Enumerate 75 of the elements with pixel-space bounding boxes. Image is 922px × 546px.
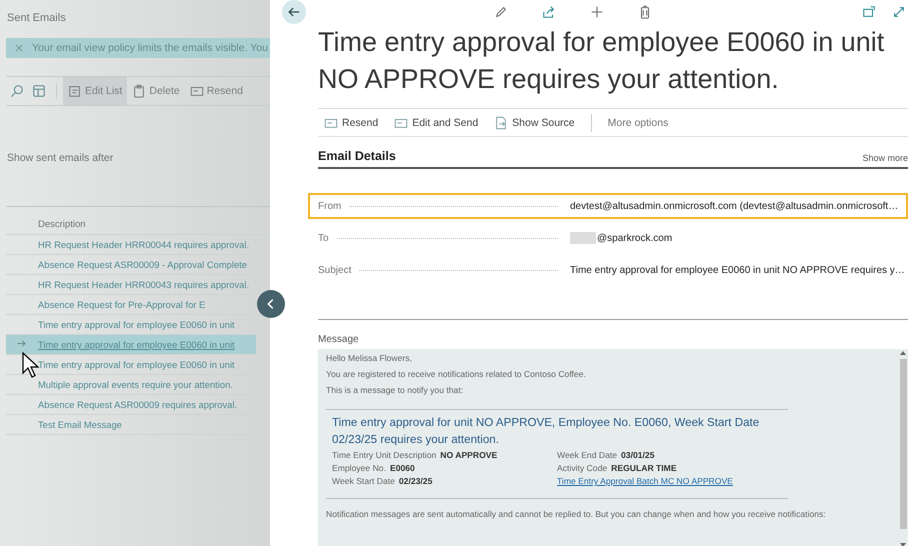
share-icon [542,5,556,19]
clipboard-icon [132,84,146,98]
collapse-button[interactable] [257,290,285,318]
footer-text: Notification messages are sent automatically and cannot be replied to. But you can change when and how you receive notifications: [326,509,827,519]
list-row[interactable]: Absence Request for Pre-Approval for E [6,295,256,315]
list-row[interactable]: Absence Request ASR00009 - Approval Complete [6,255,256,275]
row-link[interactable]: Multiple approval events require your attention. [38,379,233,390]
scroll-down-icon[interactable] [900,543,906,546]
detail-text: Time Entry Unit Description NO APPROVE [332,450,498,460]
field-value: @sparkrock.com [597,232,672,244]
close-icon [14,43,24,53]
expand-icon [892,5,906,19]
field-value: Time entry approval for employee E0060 in unit NO APPROVE requires y… [570,264,905,276]
back-button[interactable] [282,0,306,24]
list-row[interactable]: Test Email Message [6,415,256,435]
edit-list-icon [68,84,82,98]
redacted-block [570,232,596,244]
list-row[interactable]: HR Request Header HRR00043 requires approval. [6,275,256,295]
edit-action-button[interactable]: Edit and Send [388,116,484,130]
row-link[interactable]: Test Email Message [38,419,122,430]
source-action-button[interactable]: Show Source [488,116,581,130]
detail-text: Week Start Date 02/23/25 [332,476,434,486]
message-line: Hello Melissa Flowers, [326,353,413,363]
layout-icon [32,84,46,98]
field-label: From [318,200,342,212]
message-line: You are registered to receive notifications related to Contoso Coffee. [326,369,587,379]
field-value: devtest@altusadmin.onmicrosoft.com (devtest@altusadmin.onmicrosoft… [570,200,898,212]
scrollbar[interactable] [898,349,908,546]
search-icon [10,84,24,98]
resend-action-button[interactable]: Resend [318,116,384,130]
list-row[interactable]: Absence Request ASR00009 requires approval. [6,395,256,415]
row-link[interactable]: Absence Request ASR00009 requires approval. [38,399,238,410]
trash-icon [638,5,652,19]
column-header: Description [6,207,270,235]
resend-button[interactable]: Resend [184,77,248,105]
row-link[interactable]: HR Request Header HRR00043 requires approval. [38,279,250,290]
list-row[interactable]: Multiple approval events require your attention. [6,375,256,395]
detail-text: Employee No. E0060 [332,463,416,473]
notification-heading: Time entry approval for unit NO APPROVE, Employee No. E0060, Week Start Date 02/23/25 requires your attention. [332,415,760,448]
field-row[interactable]: From devtest@altusadmin.onmicrosoft.com (devtest@altusadmin.onmicrosoft… [308,193,908,219]
list-row[interactable]: HR Request Header HRR00044 requires approval. [6,235,256,255]
field-row[interactable]: To @sparkrock.com [308,225,908,251]
field-label: Subject [318,264,352,276]
show-more-link[interactable]: Show more [862,153,908,163]
delete-button[interactable]: Delete [127,77,185,105]
document-icon [494,116,508,130]
more-action-button[interactable]: More options [602,116,674,128]
window-icon [862,5,876,19]
row-link[interactable]: Time entry approval for employee E0060 in unit [38,339,235,350]
arrow-icon [16,338,27,348]
message-line: This is a message to notify you that: [326,385,464,395]
edit-button[interactable]: Edit List [63,77,128,105]
filter-label: Show sent emails after [7,152,114,164]
envelope-icon [190,84,204,98]
row-link[interactable]: HR Request Header HRR00044 requires approval. [38,239,250,250]
section-heading: Email Details [318,149,396,163]
batch-link[interactable]: Time Entry Approval Batch MC NO APPROVE [557,476,782,486]
email-title: Time entry approval for employee E0060 in unit NO APPROVE requires your attention. [318,26,886,96]
banner-text: Your email view policy limits the emails visible. You [32,42,268,54]
field-label: To [318,232,329,244]
list-row[interactable]: Time entry approval for employee E0060 in unit [6,335,256,355]
scroll-up-icon[interactable] [900,351,906,355]
detail-text: Week End Date 03/01/25 [557,450,656,460]
page-title: Sent Emails [6,11,67,24]
plus-icon [590,5,604,19]
cursor-icon [22,352,40,378]
row-link[interactable]: Absence Request for Pre-Approval for E [38,299,206,310]
pencil-icon [494,5,508,19]
row-link[interactable]: Time entry approval for employee E0060 in unit [38,319,235,330]
field-row[interactable]: Subject Time entry approval for employee E0060 in unit NO APPROVE requires y… [308,257,908,283]
detail-text: Activity Code REGULAR TIME [557,463,678,473]
back-arrow-icon [287,5,301,19]
message-label: Message [318,334,360,345]
row-link[interactable]: Time entry approval for employee E0060 in unit [38,359,235,370]
row-link[interactable]: Absence Request ASR00009 - Approval Complete [38,259,247,270]
